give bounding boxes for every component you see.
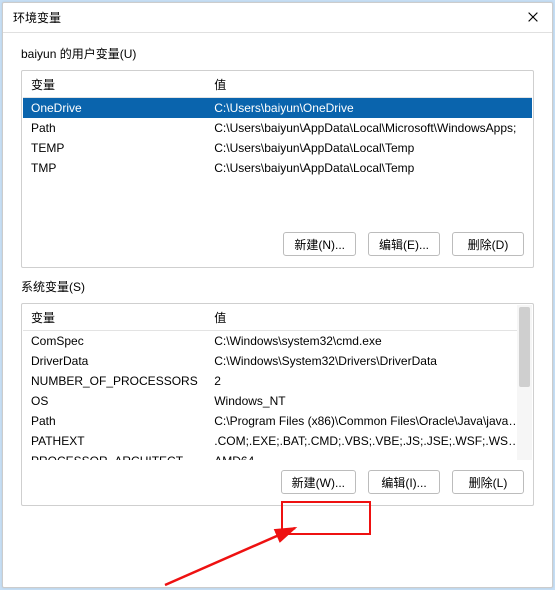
titlebar: 环境变量 bbox=[3, 3, 552, 33]
system-vars-table: 变量 值 ComSpecC:\Windows\system32\cmd.exe … bbox=[23, 305, 532, 460]
delete-user-var-button[interactable]: 删除(D) bbox=[452, 232, 524, 256]
new-system-var-button[interactable]: 新建(W)... bbox=[281, 470, 356, 494]
table-row[interactable]: PathC:\Users\baiyun\AppData\Local\Micros… bbox=[23, 118, 532, 138]
user-vars-label: baiyun 的用户变量(U) bbox=[21, 45, 534, 62]
user-vars-table: 变量 值 OneDriveC:\Users\baiyun\OneDrive Pa… bbox=[23, 72, 532, 178]
table-row[interactable]: NUMBER_OF_PROCESSORS2 bbox=[23, 371, 532, 391]
table-row[interactable]: PATHEXT.COM;.EXE;.BAT;.CMD;.VBS;.VBE;.JS… bbox=[23, 431, 532, 451]
table-row[interactable]: ComSpecC:\Windows\system32\cmd.exe bbox=[23, 331, 532, 352]
table-row[interactable]: PROCESSOR_ARCHITECT...AMD64 bbox=[23, 451, 532, 460]
scrollbar[interactable] bbox=[517, 305, 532, 460]
system-buttons-row: 新建(W)... 编辑(I)... 删除(L) bbox=[23, 460, 532, 504]
table-row[interactable]: OSWindows_NT bbox=[23, 391, 532, 411]
col-header-var[interactable]: 变量 bbox=[23, 72, 206, 98]
close-icon[interactable] bbox=[526, 10, 542, 26]
table-row[interactable]: DriverDataC:\Windows\System32\Drivers\Dr… bbox=[23, 351, 532, 371]
delete-system-var-button[interactable]: 删除(L) bbox=[452, 470, 524, 494]
edit-user-var-button[interactable]: 编辑(E)... bbox=[368, 232, 440, 256]
col-header-val[interactable]: 值 bbox=[206, 305, 532, 331]
dialog-content: baiyun 的用户变量(U) 变量 值 OneDriveC:\Users\ba… bbox=[3, 33, 552, 587]
col-header-var[interactable]: 变量 bbox=[23, 305, 206, 331]
system-vars-group: 变量 值 ComSpecC:\Windows\system32\cmd.exe … bbox=[21, 303, 534, 506]
scrollbar-thumb[interactable] bbox=[519, 307, 530, 387]
user-vars-table-wrap[interactable]: 变量 值 OneDriveC:\Users\baiyun\OneDrive Pa… bbox=[23, 72, 532, 222]
table-row[interactable]: OneDriveC:\Users\baiyun\OneDrive bbox=[23, 98, 532, 119]
edit-system-var-button[interactable]: 编辑(I)... bbox=[368, 470, 440, 494]
env-vars-dialog: 环境变量 baiyun 的用户变量(U) 变量 值 OneDriveC:\Use… bbox=[2, 2, 553, 588]
dialog-title: 环境变量 bbox=[13, 9, 61, 26]
table-row[interactable]: TMPC:\Users\baiyun\AppData\Local\Temp bbox=[23, 158, 532, 178]
system-vars-table-wrap[interactable]: 变量 值 ComSpecC:\Windows\system32\cmd.exe … bbox=[23, 305, 532, 460]
table-row[interactable]: TEMPC:\Users\baiyun\AppData\Local\Temp bbox=[23, 138, 532, 158]
col-header-val[interactable]: 值 bbox=[206, 72, 532, 98]
new-user-var-button[interactable]: 新建(N)... bbox=[283, 232, 356, 256]
table-row[interactable]: PathC:\Program Files (x86)\Common Files\… bbox=[23, 411, 532, 431]
user-buttons-row: 新建(N)... 编辑(E)... 删除(D) bbox=[23, 222, 532, 266]
user-vars-group: 变量 值 OneDriveC:\Users\baiyun\OneDrive Pa… bbox=[21, 70, 534, 268]
system-vars-label: 系统变量(S) bbox=[21, 278, 534, 295]
